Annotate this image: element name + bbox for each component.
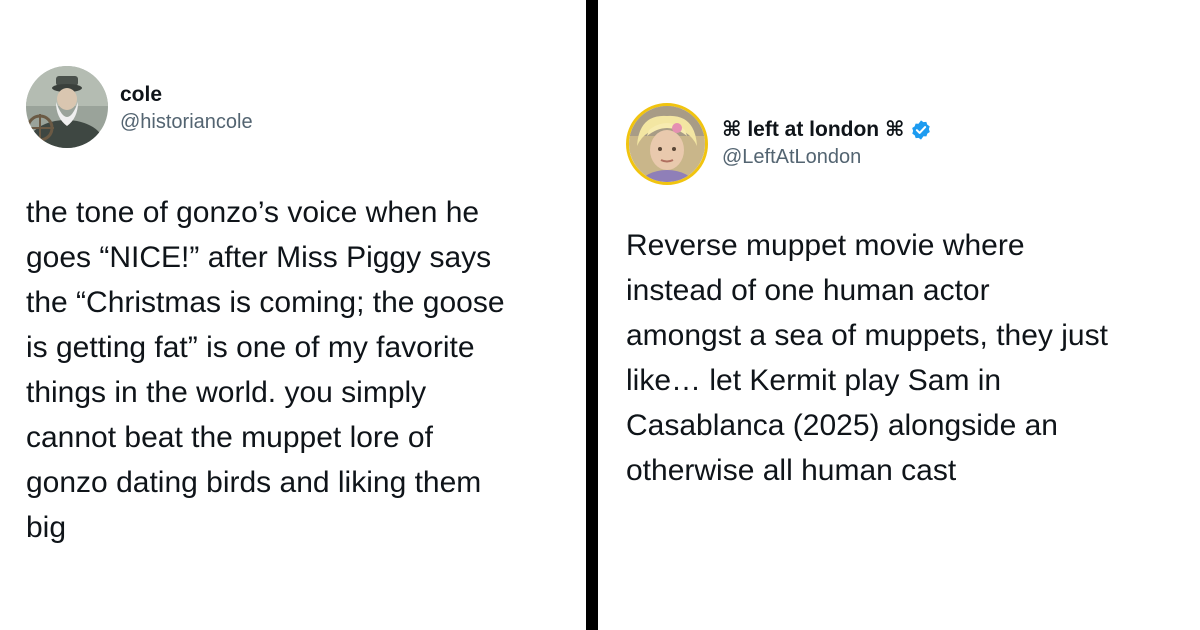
tweet-text-line: the tone of gonzo’s voice when he: [26, 196, 480, 229]
user-info: ⌘ left at london ⌘ @LeftAtLondon: [722, 117, 932, 171]
display-name[interactable]: cole: [120, 82, 253, 108]
display-name[interactable]: ⌘ left at london ⌘: [722, 117, 932, 143]
tweet-text-line: Casablanca (2025) alongside an: [626, 409, 1058, 442]
tweet-text-line: the “Christmas is coming; the goose: [26, 286, 505, 319]
tweet-text: Reverse muppet movie where instead of on…: [626, 223, 1186, 493]
tweet-text-line: things in the world. you simply: [26, 376, 427, 409]
tweet-header: ⌘ left at london ⌘ @LeftAtLondon: [626, 103, 1186, 189]
tweet-text-line: instead of one human actor: [626, 274, 990, 307]
tweet-text-line: cannot beat the muppet lore of: [26, 421, 433, 454]
tweet-header: cole @historiancole: [26, 66, 578, 152]
display-name-text: cole: [120, 83, 163, 106]
tweet-text-line: Reverse muppet movie where: [626, 229, 1025, 262]
user-info: cole @historiancole: [120, 82, 253, 136]
meme-canvas: cole @historiancole the tone of gonzo’s …: [0, 0, 1200, 630]
user-handle[interactable]: @historiancole: [120, 108, 253, 136]
tweet-text-line: amongst a sea of muppets, they just: [626, 319, 1108, 352]
tweet-text-line: gonzo dating birds and liking them: [26, 466, 482, 499]
tweet-text: the tone of gonzo’s voice when he goes “…: [26, 190, 578, 550]
tweet-card-right: ⌘ left at london ⌘ @LeftAtLondon Reverse…: [626, 103, 1186, 493]
user-handle[interactable]: @LeftAtLondon: [722, 143, 932, 171]
tweet-text-line: like… let Kermit play Sam in: [626, 364, 1002, 397]
tweet-card-left: cole @historiancole the tone of gonzo’s …: [26, 66, 578, 550]
blonde-person-avatar[interactable]: [626, 103, 708, 185]
tweet-text-line: otherwise all human cast: [626, 454, 957, 487]
tweet-text-line: big: [26, 511, 67, 544]
tweet-text-line: is getting fat” is one of my favorite: [26, 331, 475, 364]
divider: [586, 0, 598, 630]
display-name-text: ⌘ left at london ⌘: [722, 118, 905, 141]
bearded-sailor-avatar[interactable]: [26, 66, 108, 148]
verified-badge-icon: [910, 119, 932, 141]
tweet-text-line: goes “NICE!” after Miss Piggy says: [26, 241, 492, 274]
